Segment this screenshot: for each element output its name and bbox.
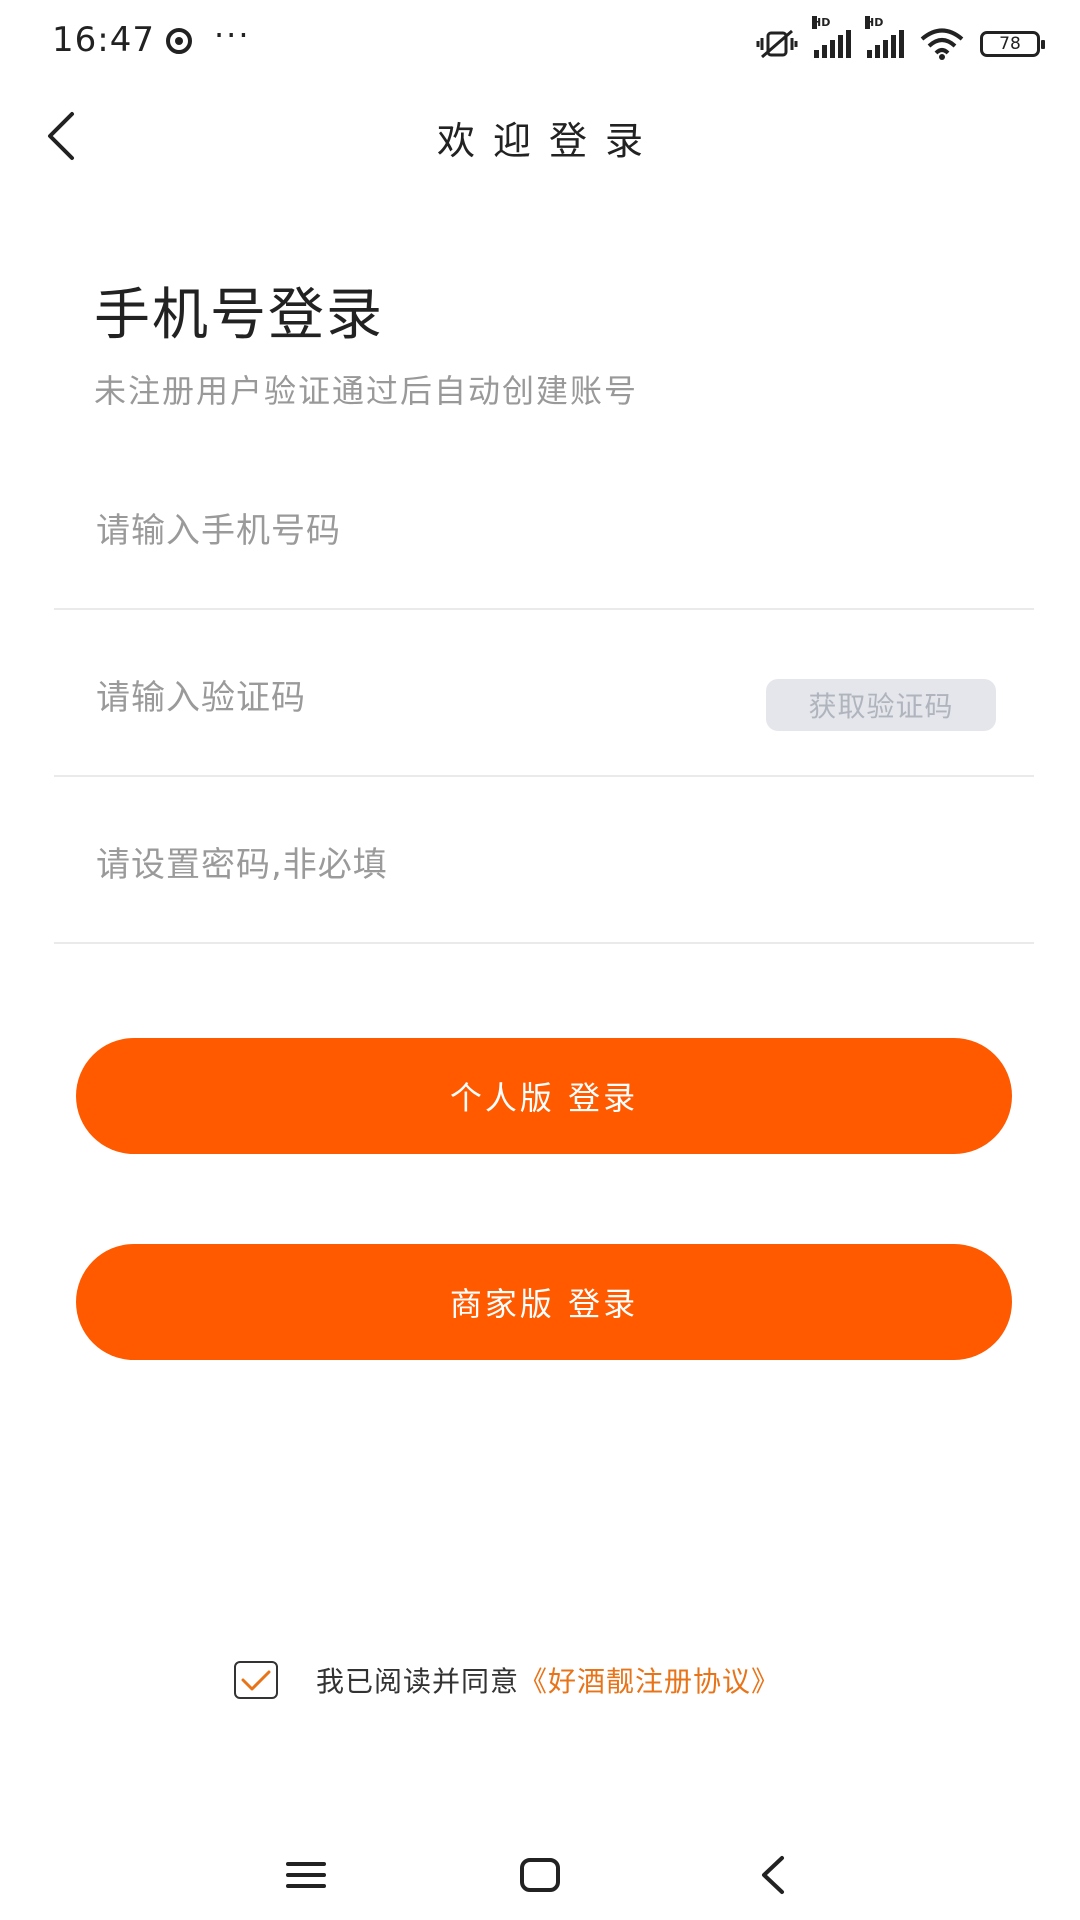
signal-icon: HD [812, 16, 851, 58]
status-icons: HD HD 78 [756, 16, 1045, 64]
personal-login-button[interactable]: 个人版 登录 [76, 1038, 1012, 1154]
verification-code-input[interactable] [94, 669, 738, 727]
system-back-button[interactable] [744, 1850, 804, 1900]
app-notification-icon [166, 28, 192, 54]
menu-icon [286, 1862, 326, 1888]
agreement-link[interactable]: 《好酒靓注册协议》 [519, 1660, 780, 1700]
get-code-button[interactable]: 获取验证码 [766, 679, 996, 731]
nav-bar: 欢迎登录 [0, 88, 1080, 180]
home-icon [520, 1858, 560, 1892]
vibrate-icon [756, 29, 798, 59]
phone-field [54, 444, 1034, 610]
password-input[interactable] [94, 836, 738, 894]
agreement-row: 我已阅读并同意 《好酒靓注册协议》 [234, 1658, 780, 1702]
battery-icon: 78 [980, 31, 1045, 57]
more-notifications-icon: ··· [214, 16, 251, 54]
phone-input[interactable] [94, 502, 738, 560]
signal-icon: HD [865, 16, 904, 58]
battery-level: 78 [999, 34, 1021, 54]
menu-button[interactable] [276, 1850, 336, 1900]
signal-hd-label: HD [812, 16, 831, 29]
status-bar: 16:47 ··· HD HD 78 [0, 0, 1080, 88]
agreement-checkbox[interactable] [234, 1661, 278, 1699]
merchant-login-button[interactable]: 商家版 登录 [76, 1244, 1012, 1360]
password-field [54, 778, 1034, 944]
back-icon [762, 1856, 784, 1894]
code-field: 获取验证码 [54, 611, 1034, 777]
login-heading: 手机号登录 [94, 283, 384, 348]
login-subheading: 未注册用户验证通过后自动创建账号 [94, 372, 639, 410]
page-title: 欢迎登录 [436, 119, 661, 163]
signal-hd-label: HD [865, 16, 884, 29]
home-button[interactable] [510, 1850, 570, 1900]
system-nav-bar [0, 1830, 1080, 1920]
wifi-icon [920, 28, 964, 60]
status-time: 16:47 [52, 20, 155, 60]
checkmark-icon [241, 1670, 271, 1691]
agreement-text: 我已阅读并同意 [316, 1665, 520, 1698]
